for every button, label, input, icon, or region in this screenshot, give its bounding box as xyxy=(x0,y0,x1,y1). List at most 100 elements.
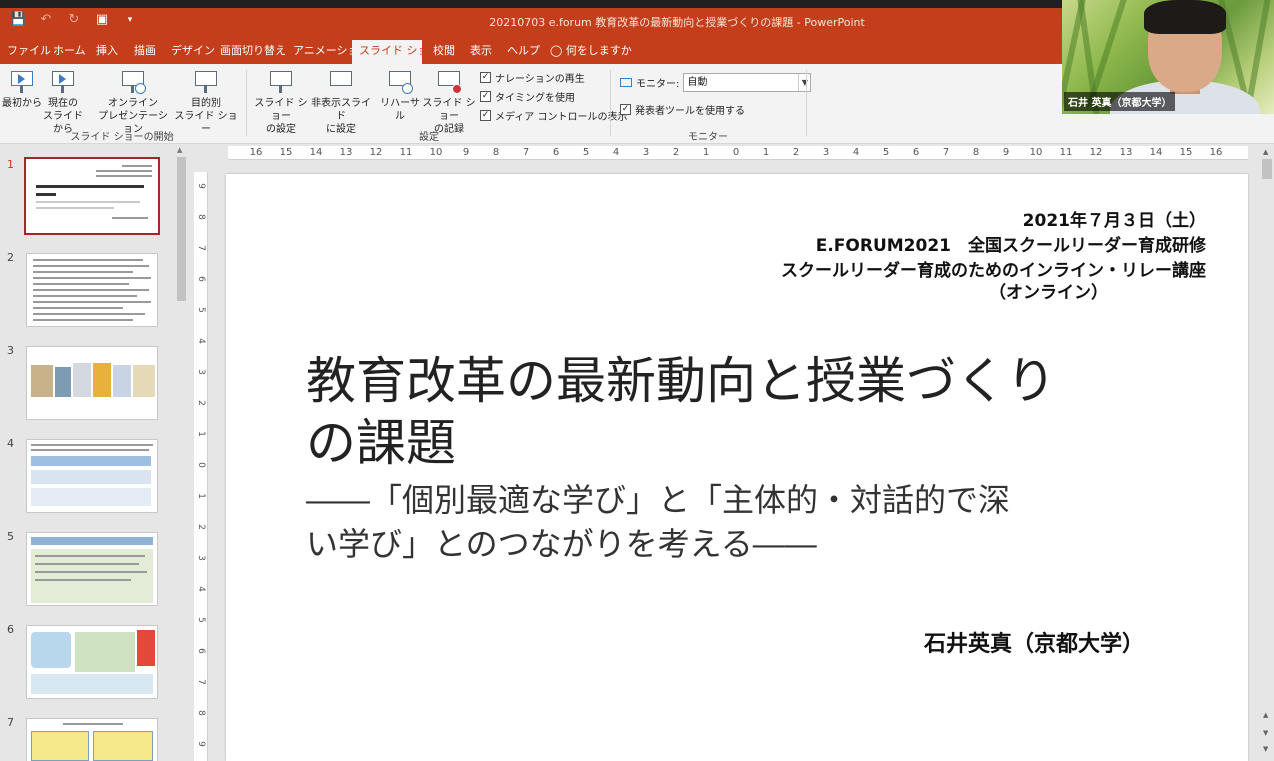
tab-help[interactable]: ヘルプ xyxy=(500,40,547,64)
slide-mode[interactable]: （オンライン） xyxy=(989,278,1108,303)
timing-checkbox[interactable]: ✓ タイミングを使用 xyxy=(480,89,575,104)
editor-scrollbar[interactable]: ▲ ▲ ▼ ▼ xyxy=(1260,145,1274,761)
tell-me-label: 何をしますか xyxy=(565,44,632,57)
ruler-tick: 15 xyxy=(279,147,293,158)
monitor-select[interactable]: 自動 ▼ xyxy=(683,73,812,92)
hide-slide-button[interactable]: 非表示スライド に設定 xyxy=(310,68,372,136)
ruler-tick: 11 xyxy=(1059,147,1073,158)
ruler-tick: 0 xyxy=(196,462,206,468)
ruler-tick: 4 xyxy=(612,147,620,158)
tab-draw[interactable]: 描画 xyxy=(127,40,163,64)
record-slideshow-icon xyxy=(436,68,462,94)
timing-label: タイミングを使用 xyxy=(495,93,575,104)
ruler-tick: 6 xyxy=(912,147,920,158)
scroll-thumb[interactable] xyxy=(177,157,186,301)
horizontal-ruler: 16 15 14 13 12 11 10 9 8 7 6 5 4 3 2 1 0… xyxy=(228,146,1248,160)
ribbon-separator xyxy=(806,70,807,136)
from-beginning-button[interactable]: 最初から xyxy=(2,68,42,110)
monitor-row: モニター: 自動 ▼ xyxy=(620,73,812,92)
ruler-tick: 10 xyxy=(429,147,443,158)
prev-slide-icon[interactable]: ▲ xyxy=(1263,711,1268,719)
speaker-hair xyxy=(1144,0,1226,34)
slide-thumbnail-5[interactable] xyxy=(26,532,158,606)
custom-label-1: 目的別 xyxy=(191,98,221,109)
rehearse-timings-button[interactable]: リハーサル xyxy=(376,68,424,123)
ruler-tick: 5 xyxy=(882,147,890,158)
from-current-label-1: 現在の xyxy=(48,98,78,109)
thumbnail-scrollbar[interactable]: ▲ xyxy=(175,145,188,761)
tab-slideshow[interactable]: スライド ショー xyxy=(352,40,440,64)
check-icon: ✓ xyxy=(480,72,491,83)
presenter-view-checkbox[interactable]: ✓ 発表者ツールを使用する xyxy=(620,102,745,117)
slide-thumbnail-pane[interactable]: 1 2 3 4 5 6 7 ▲ xyxy=(0,145,188,761)
setup-slideshow-button[interactable]: スライド ショー の設定 xyxy=(250,68,312,136)
monitor-icon xyxy=(620,78,632,87)
from-beginning-label: 最初から xyxy=(2,98,42,109)
ruler-tick: 16 xyxy=(249,147,263,158)
scroll-down-icon[interactable]: ▼ xyxy=(1263,745,1268,753)
rehearse-timings-icon xyxy=(387,68,413,94)
vertical-ruler: 9 8 7 6 5 4 3 2 1 0 1 2 3 4 5 6 7 8 9 xyxy=(194,172,208,761)
tab-insert[interactable]: 挿入 xyxy=(89,40,125,64)
slide-thumbnail-6[interactable] xyxy=(26,625,158,699)
ruler-tick: 4 xyxy=(196,586,206,592)
ruler-tick: 13 xyxy=(1119,147,1133,158)
slide-canvas[interactable]: 2021年７月３日（土） E.FORUM2021 全国スクールリーダー育成研修 … xyxy=(226,174,1248,761)
ribbon-separator xyxy=(610,70,611,136)
webcam-video: 石井 英真（京都大学） xyxy=(1062,0,1274,114)
ruler-tick: 3 xyxy=(822,147,830,158)
ruler-tick: 1 xyxy=(196,431,206,437)
slide-thumbnail-3[interactable] xyxy=(26,346,158,420)
tab-home[interactable]: ホーム xyxy=(46,40,93,64)
scroll-thumb[interactable] xyxy=(1262,159,1272,179)
ruler-tick: 1 xyxy=(196,493,206,499)
ruler-tick: 7 xyxy=(942,147,950,158)
ruler-tick: 9 xyxy=(1002,147,1010,158)
slide-subtitle[interactable]: ――「個別最適な学び」と「主体的・対話的で深 い学び」とのつながりを考える―― xyxy=(306,478,1166,566)
slide-thumbnail-2[interactable] xyxy=(26,253,158,327)
lightbulb-icon: ◯ xyxy=(550,44,563,57)
custom-slideshow-icon xyxy=(193,68,219,94)
slide-thumbnail-4[interactable] xyxy=(26,439,158,513)
online-present-button[interactable]: オンライン プレゼンテーション xyxy=(94,68,172,136)
slide-thumbnail-7[interactable] xyxy=(26,718,158,761)
ruler-tick: 12 xyxy=(1089,147,1103,158)
tab-review[interactable]: 校閲 xyxy=(426,40,462,64)
custom-slideshow-button[interactable]: 目的別 スライド ショー xyxy=(172,68,240,136)
slide-thumbnail-1[interactable] xyxy=(24,157,160,235)
tab-transitions[interactable]: 画面切り替え xyxy=(213,40,293,64)
slide-title[interactable]: 教育改革の最新動向と授業づくり の課題 xyxy=(306,350,1166,474)
record-slideshow-button[interactable]: スライド ショー の記録 xyxy=(420,68,478,136)
media-controls-label: メディア コントロールの表示 xyxy=(495,112,628,123)
ruler-tick: 12 xyxy=(369,147,383,158)
ruler-tick: 3 xyxy=(196,369,206,375)
next-slide-icon[interactable]: ▼ xyxy=(1263,729,1268,737)
slide-event[interactable]: E.FORUM2021 全国スクールリーダー育成研修 xyxy=(816,231,1206,256)
setup-label-1: スライド ショー xyxy=(254,98,308,122)
slide-author[interactable]: 石井英真（京都大学） xyxy=(924,626,1144,658)
scroll-up-icon[interactable]: ▲ xyxy=(177,146,182,154)
thumb-number: 4 xyxy=(7,437,14,450)
thumb-number: 3 xyxy=(7,344,14,357)
ruler-tick: 9 xyxy=(196,741,206,747)
ruler-tick: 3 xyxy=(642,147,650,158)
ruler-tick: 3 xyxy=(196,555,206,561)
ruler-tick: 8 xyxy=(196,214,206,220)
slide-date[interactable]: 2021年７月３日（土） xyxy=(1023,206,1206,231)
monitor-value: 自動 xyxy=(687,77,708,88)
ruler-tick: 14 xyxy=(309,147,323,158)
ruler-tick: 2 xyxy=(196,524,206,530)
ruler-tick: 4 xyxy=(196,338,206,344)
ruler-tick: 2 xyxy=(792,147,800,158)
ruler-tick: 16 xyxy=(1209,147,1223,158)
scroll-up-icon[interactable]: ▲ xyxy=(1263,148,1268,156)
tab-view[interactable]: 表示 xyxy=(463,40,499,64)
thumb-number: 6 xyxy=(7,623,14,636)
media-controls-checkbox[interactable]: ✓ メディア コントロールの表示 xyxy=(480,108,627,123)
ruler-tick: 6 xyxy=(196,276,206,282)
ruler-tick: 14 xyxy=(1149,147,1163,158)
from-current-button[interactable]: 現在の スライドから xyxy=(40,68,86,136)
tell-me-search[interactable]: ◯ 何をしますか xyxy=(543,40,639,64)
narration-checkbox[interactable]: ✓ ナレーションの再生 xyxy=(480,70,585,85)
ruler-tick: 6 xyxy=(196,648,206,654)
